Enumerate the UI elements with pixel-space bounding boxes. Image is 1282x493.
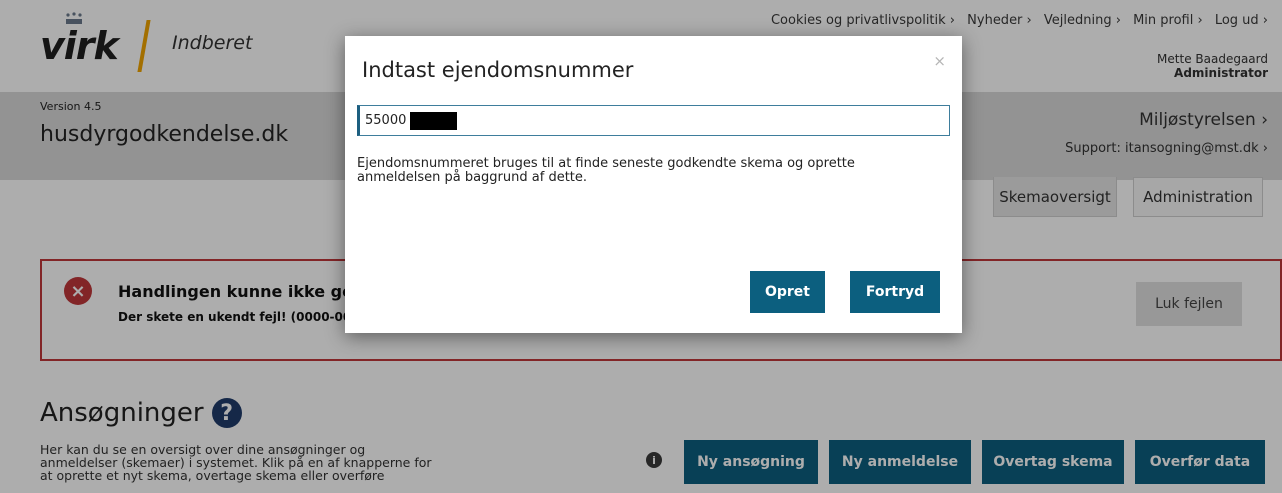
create-button[interactable]: Opret [750,271,825,313]
dialog-title: Indtast ejendomsnummer [362,58,634,82]
cancel-button[interactable]: Fortryd [850,271,940,313]
redaction-block [410,112,457,130]
close-icon[interactable]: × [933,52,946,70]
property-number-dialog: Indtast ejendomsnummer × Ejendomsnummere… [345,36,962,333]
dialog-description: Ejendomsnummeret bruges til at finde sen… [357,156,855,185]
